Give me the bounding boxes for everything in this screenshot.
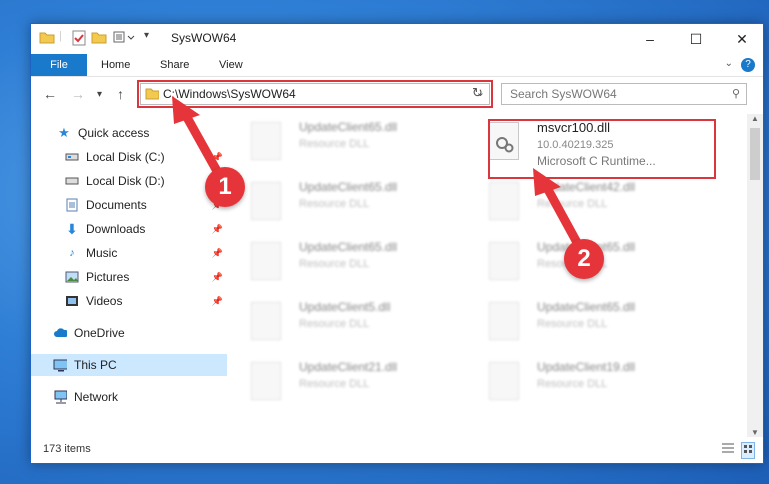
step-1-badge: 1 — [205, 167, 245, 207]
step-2-badge: 2 — [564, 239, 604, 279]
step-2-arrow — [533, 168, 585, 253]
